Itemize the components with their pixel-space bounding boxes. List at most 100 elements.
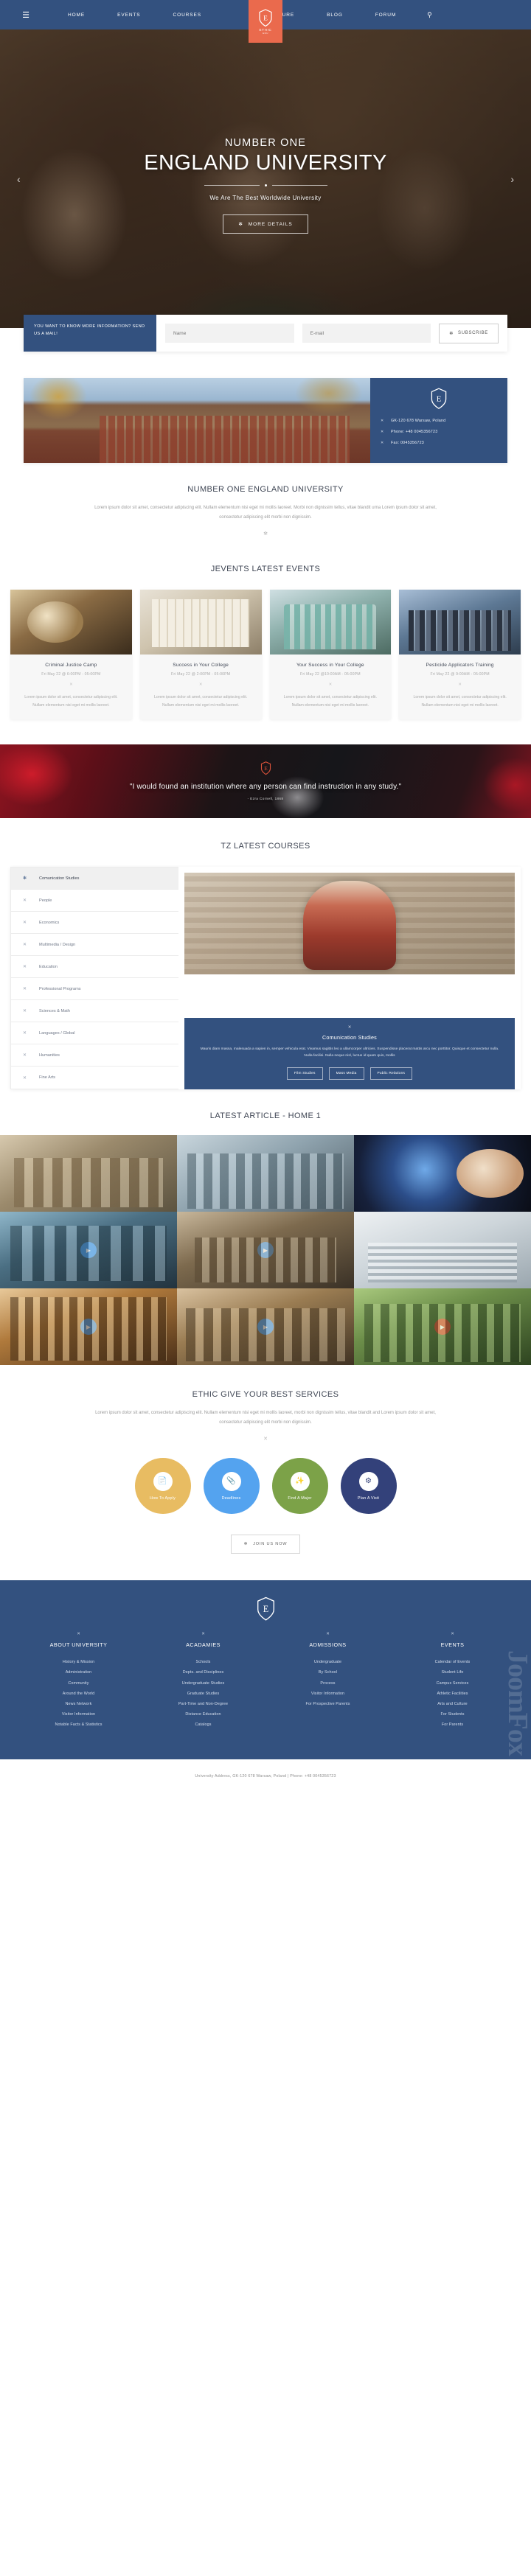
hamburger-icon[interactable]: ☰	[0, 10, 52, 20]
event-body: Success in Your College Fri May 22 @ 2:0…	[140, 655, 262, 719]
footer-link[interactable]: Depts. and Disciplines	[141, 1667, 266, 1678]
chevron-left-icon[interactable]: ‹	[10, 169, 27, 189]
nav-links-left: HOME EVENTS COURSES	[52, 13, 218, 18]
name-input[interactable]	[165, 324, 294, 343]
footer-link[interactable]: By School	[266, 1667, 390, 1678]
event-card[interactable]: Your Success in Your College Fri May 22 …	[269, 590, 392, 719]
article-tile[interactable]	[354, 1135, 531, 1212]
service-deadlines[interactable]: 📎 Deadlines	[203, 1458, 260, 1515]
hero-superline: NUMBER ONE	[224, 137, 307, 149]
nav-link-forum[interactable]: FORUM	[359, 13, 412, 18]
paperclip-icon: 📎	[221, 1471, 241, 1491]
film-studies-button[interactable]: Film Studies	[286, 1067, 323, 1080]
course-item-languages-global[interactable]: ✕ Languages / Global	[11, 1022, 178, 1044]
sparkle-icon: ✕	[263, 1437, 268, 1442]
footer-logo[interactable]: E	[0, 1596, 531, 1622]
site-logo[interactable]: E ETHIC EDU	[249, 0, 282, 43]
footer-link[interactable]: Student Life	[390, 1667, 515, 1678]
footer-link[interactable]: Undergraduate Studies	[141, 1678, 266, 1689]
course-item-people[interactable]: ✕ People	[11, 890, 178, 912]
subscribe-button[interactable]: ✻ SUBSCRIBE	[439, 323, 499, 343]
sparkle-icon: ✕	[69, 683, 73, 688]
footer-link[interactable]: Distance Education	[141, 1709, 266, 1720]
footer-link[interactable]: Notable Facts & Statistics	[16, 1720, 141, 1730]
course-category-list: ✻ Comunication Studies ✕ People ✕ Econom…	[10, 867, 178, 1089]
course-item-comunication-studies[interactable]: ✻ Comunication Studies	[11, 868, 178, 890]
footer-link[interactable]: News Network	[16, 1699, 141, 1709]
sparkle-icon: ✕	[23, 1009, 27, 1013]
footer-link[interactable]: Campus Services	[390, 1678, 515, 1689]
footer-link[interactable]: Visitor Information	[16, 1709, 141, 1720]
article-tile[interactable]	[177, 1135, 354, 1212]
mass-media-button[interactable]: Mass Media	[328, 1067, 364, 1080]
footer-link[interactable]: Arts and Culture	[390, 1699, 515, 1709]
subscribe-label: YOU WANT TO KNOW MORE INFORMATION? SEND …	[24, 315, 156, 352]
sparkle-icon: ✕	[451, 1632, 454, 1637]
footer-link[interactable]: Around the World	[16, 1689, 141, 1699]
more-details-button[interactable]: ✻ MORE DETAILS	[223, 214, 308, 234]
footer-link[interactable]: Calendar of Events	[390, 1657, 515, 1667]
footer-link[interactable]: History & Mission	[16, 1657, 141, 1667]
event-body: Criminal Justice Camp Fri May 22 @ 6:00P…	[10, 655, 132, 719]
article-tile[interactable]	[0, 1135, 177, 1212]
public-relations-button[interactable]: Public Relations	[369, 1067, 413, 1080]
article-tile[interactable]: ▶	[177, 1212, 354, 1288]
article-tile[interactable]: ▶	[177, 1288, 354, 1365]
email-input[interactable]	[302, 324, 431, 343]
svg-text:E: E	[263, 1604, 268, 1614]
footer-link[interactable]: For Parents	[390, 1720, 515, 1730]
course-item-education[interactable]: ✕ Education	[11, 956, 178, 978]
nav-link-courses[interactable]: COURSES	[157, 13, 218, 18]
course-item-humanities[interactable]: ✕ Humanities	[11, 1044, 178, 1067]
footer-heading: ABOUT UNIVERSITY	[49, 1641, 108, 1649]
play-icon[interactable]: ▶	[257, 1242, 274, 1258]
footer-link[interactable]: Community	[16, 1678, 141, 1689]
event-card[interactable]: Criminal Justice Camp Fri May 22 @ 6:00P…	[10, 590, 132, 719]
course-item-sciences-math[interactable]: ✕ Sciences & Math	[11, 1000, 178, 1022]
footer-columns: ✕ ABOUT UNIVERSITY History & Mission Adm…	[0, 1632, 531, 1730]
search-icon[interactable]: ⚲	[412, 11, 447, 19]
course-item-multimedia-design[interactable]: ✕ Multimedia / Design	[11, 934, 178, 956]
footer-link[interactable]: Schools	[141, 1657, 266, 1667]
nav-link-blog[interactable]: BLOG	[310, 13, 359, 18]
course-item-economics[interactable]: ✕ Economics	[11, 912, 178, 934]
service-plan-a-visit[interactable]: ⚙ Plan A Visit	[340, 1458, 397, 1515]
shield-icon: E	[258, 8, 273, 27]
chevron-right-icon[interactable]: ›	[504, 169, 521, 189]
contact-phone-text: Phone: +48 0045356723	[391, 430, 438, 434]
footer-link[interactable]: For Prospective Parents	[266, 1699, 390, 1709]
sparkle-icon: ✕	[23, 1075, 27, 1081]
subscribe-section: YOU WANT TO KNOW MORE INFORMATION? SEND …	[0, 315, 531, 375]
article-tile[interactable]: ▶	[0, 1288, 177, 1365]
footer-column-about-university: ✕ ABOUT UNIVERSITY History & Mission Adm…	[16, 1632, 141, 1730]
footer-link[interactable]: For Students	[390, 1709, 515, 1720]
play-icon[interactable]: ▶	[257, 1319, 274, 1335]
article-tile[interactable]: ▶	[354, 1288, 531, 1365]
service-find-a-major[interactable]: ✨ Find A Major	[271, 1458, 328, 1515]
course-item-label: Multimedia / Design	[39, 942, 76, 947]
article-tile[interactable]	[354, 1212, 531, 1288]
service-how-to-apply[interactable]: 📄 How To Apply	[134, 1458, 191, 1515]
footer-link[interactable]: Catalogs	[141, 1720, 266, 1730]
footer-link[interactable]: Graduate Studies	[141, 1689, 266, 1699]
footer-link[interactable]: Part-Time and Non-Degree	[141, 1699, 266, 1709]
footer-link[interactable]: Process	[266, 1678, 390, 1689]
article-tile[interactable]: ▶	[0, 1212, 177, 1288]
footer-link[interactable]: Athletic Facilities	[390, 1689, 515, 1699]
join-us-now-button[interactable]: ✻ JOIN US NOW	[230, 1535, 301, 1554]
service-label: Plan A Visit	[357, 1495, 380, 1501]
nav-link-events[interactable]: EVENTS	[101, 13, 156, 18]
event-card[interactable]: Success in Your College Fri May 22 @ 2:0…	[139, 590, 262, 719]
course-item-fine-arts[interactable]: ✕ Fine Arts	[11, 1067, 178, 1089]
event-card[interactable]: Pesticide Applicators Training Fri May 2…	[399, 590, 521, 719]
copyright-bar: University Address, GK-120 678 Warsaw, P…	[0, 1759, 531, 1798]
course-item-professional-programs[interactable]: ✕ Professional Programs	[11, 978, 178, 1000]
play-icon[interactable]: ▶	[80, 1319, 97, 1335]
footer-link[interactable]: Undergraduate	[266, 1657, 390, 1667]
footer-link[interactable]: Visitor Information	[266, 1689, 390, 1699]
play-icon[interactable]: ▶	[434, 1319, 451, 1335]
nav-link-home[interactable]: HOME	[52, 13, 101, 18]
join-us-wrap: ✻ JOIN US NOW	[0, 1535, 531, 1554]
footer-link[interactable]: Administration	[16, 1667, 141, 1678]
play-icon[interactable]: ▶	[80, 1242, 97, 1258]
